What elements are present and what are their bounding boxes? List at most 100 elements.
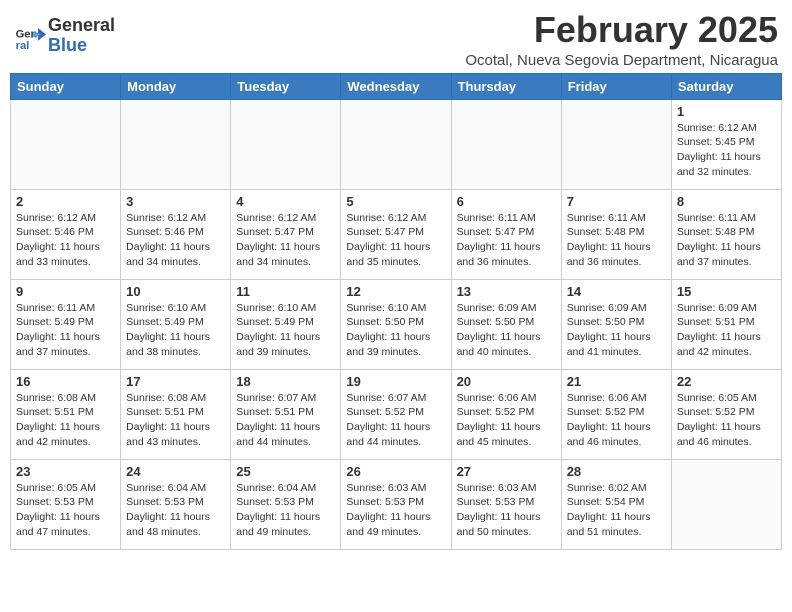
- weekday-header-friday: Friday: [561, 73, 671, 99]
- day-info: Sunrise: 6:12 AM Sunset: 5:46 PM Dayligh…: [16, 211, 115, 270]
- calendar-cell: 25 Sunrise: 6:04 AM Sunset: 5:53 PM Dayli…: [231, 459, 341, 549]
- day-info: Sunrise: 6:12 AM Sunset: 5:45 PM Dayligh…: [677, 121, 776, 180]
- calendar-week-row-1: 1 Sunrise: 6:12 AM Sunset: 5:45 PM Daylig…: [11, 99, 782, 189]
- calendar-cell: 18 Sunrise: 6:07 AM Sunset: 5:51 PM Dayli…: [231, 369, 341, 459]
- calendar-cell: 6 Sunrise: 6:11 AM Sunset: 5:47 PM Daylig…: [451, 189, 561, 279]
- day-info: Sunrise: 6:06 AM Sunset: 5:52 PM Dayligh…: [567, 391, 666, 450]
- day-info: Sunrise: 6:07 AM Sunset: 5:51 PM Dayligh…: [236, 391, 335, 450]
- calendar-cell: 28Sunrise: 6:02 AM Sunset: 5:54 PM Dayli…: [561, 459, 671, 549]
- day-number: 19: [346, 374, 445, 389]
- calendar-cell: 5 Sunrise: 6:12 AM Sunset: 5:47 PM Daylig…: [341, 189, 451, 279]
- calendar-cell: 14Sunrise: 6:09 AM Sunset: 5:50 PM Dayli…: [561, 279, 671, 369]
- svg-text:ral: ral: [16, 40, 30, 52]
- day-info: Sunrise: 6:05 AM Sunset: 5:52 PM Dayligh…: [677, 391, 776, 450]
- calendar-cell: 17Sunrise: 6:08 AM Sunset: 5:51 PM Dayli…: [121, 369, 231, 459]
- weekday-header-tuesday: Tuesday: [231, 73, 341, 99]
- day-info: Sunrise: 6:11 AM Sunset: 5:48 PM Dayligh…: [677, 211, 776, 270]
- calendar-week-row-4: 16 Sunrise: 6:08 AM Sunset: 5:51 PM Dayli…: [11, 369, 782, 459]
- calendar-cell: 2 Sunrise: 6:12 AM Sunset: 5:46 PM Daylig…: [11, 189, 121, 279]
- calendar-cell: 13 Sunrise: 6:09 AM Sunset: 5:50 PM Dayli…: [451, 279, 561, 369]
- calendar-cell: 19 Sunrise: 6:07 AM Sunset: 5:52 PM Dayli…: [341, 369, 451, 459]
- calendar-cell: 27 Sunrise: 6:03 AM Sunset: 5:53 PM Dayli…: [451, 459, 561, 549]
- day-number: 3: [126, 194, 225, 209]
- day-info: Sunrise: 6:03 AM Sunset: 5:53 PM Dayligh…: [457, 481, 556, 540]
- page-header: Gene ral General Blue February 2025 Ocot…: [10, 10, 782, 69]
- day-number: 1: [677, 104, 776, 119]
- calendar-cell: 3 Sunrise: 6:12 AM Sunset: 5:46 PM Daylig…: [121, 189, 231, 279]
- day-info: Sunrise: 6:09 AM Sunset: 5:51 PM Dayligh…: [677, 301, 776, 360]
- day-info: Sunrise: 6:02 AM Sunset: 5:54 PM Dayligh…: [567, 481, 666, 540]
- day-info: Sunrise: 6:12 AM Sunset: 5:46 PM Dayligh…: [126, 211, 225, 270]
- logo-general-text: General: [48, 16, 115, 36]
- day-number: 5: [346, 194, 445, 209]
- day-number: 16: [16, 374, 115, 389]
- day-number: 27: [457, 464, 556, 479]
- calendar-cell: 15Sunrise: 6:09 AM Sunset: 5:51 PM Dayli…: [671, 279, 781, 369]
- calendar-cell: [451, 99, 561, 189]
- logo-icon: Gene ral: [14, 20, 46, 52]
- calendar-cell: 1 Sunrise: 6:12 AM Sunset: 5:45 PM Daylig…: [671, 99, 781, 189]
- day-info: Sunrise: 6:12 AM Sunset: 5:47 PM Dayligh…: [346, 211, 445, 270]
- calendar-cell: 24 Sunrise: 6:04 AM Sunset: 5:53 PM Dayli…: [121, 459, 231, 549]
- calendar-cell: 4 Sunrise: 6:12 AM Sunset: 5:47 PM Daylig…: [231, 189, 341, 279]
- weekday-header-sunday: Sunday: [11, 73, 121, 99]
- day-info: Sunrise: 6:11 AM Sunset: 5:47 PM Dayligh…: [457, 211, 556, 270]
- day-number: 24: [126, 464, 225, 479]
- day-number: 6: [457, 194, 556, 209]
- calendar-cell: [11, 99, 121, 189]
- day-info: Sunrise: 6:11 AM Sunset: 5:48 PM Dayligh…: [567, 211, 666, 270]
- day-info: Sunrise: 6:05 AM Sunset: 5:53 PM Dayligh…: [16, 481, 115, 540]
- calendar-cell: [341, 99, 451, 189]
- day-info: Sunrise: 6:07 AM Sunset: 5:52 PM Dayligh…: [346, 391, 445, 450]
- calendar-cell: [231, 99, 341, 189]
- calendar-cell: 26Sunrise: 6:03 AM Sunset: 5:53 PM Dayli…: [341, 459, 451, 549]
- day-info: Sunrise: 6:11 AM Sunset: 5:49 PM Dayligh…: [16, 301, 115, 360]
- calendar-cell: [561, 99, 671, 189]
- day-number: 18: [236, 374, 335, 389]
- day-number: 20: [457, 374, 556, 389]
- day-info: Sunrise: 6:09 AM Sunset: 5:50 PM Dayligh…: [457, 301, 556, 360]
- month-year-title: February 2025: [465, 10, 778, 50]
- calendar-cell: 11 Sunrise: 6:10 AM Sunset: 5:49 PM Dayli…: [231, 279, 341, 369]
- weekday-header-row: SundayMondayTuesdayWednesdayThursdayFrid…: [11, 73, 782, 99]
- day-number: 26: [346, 464, 445, 479]
- day-info: Sunrise: 6:10 AM Sunset: 5:49 PM Dayligh…: [236, 301, 335, 360]
- calendar-cell: 21 Sunrise: 6:06 AM Sunset: 5:52 PM Dayli…: [561, 369, 671, 459]
- logo-blue-text: Blue: [48, 36, 115, 56]
- day-info: Sunrise: 6:12 AM Sunset: 5:47 PM Dayligh…: [236, 211, 335, 270]
- day-number: 12: [346, 284, 445, 299]
- day-info: Sunrise: 6:10 AM Sunset: 5:50 PM Dayligh…: [346, 301, 445, 360]
- calendar-week-row-5: 23Sunrise: 6:05 AM Sunset: 5:53 PM Dayli…: [11, 459, 782, 549]
- location-subtitle: Ocotal, Nueva Segovia Department, Nicara…: [465, 52, 778, 69]
- day-info: Sunrise: 6:08 AM Sunset: 5:51 PM Dayligh…: [16, 391, 115, 450]
- day-number: 2: [16, 194, 115, 209]
- day-number: 21: [567, 374, 666, 389]
- day-info: Sunrise: 6:08 AM Sunset: 5:51 PM Dayligh…: [126, 391, 225, 450]
- day-info: Sunrise: 6:04 AM Sunset: 5:53 PM Dayligh…: [236, 481, 335, 540]
- day-number: 25: [236, 464, 335, 479]
- day-info: Sunrise: 6:04 AM Sunset: 5:53 PM Dayligh…: [126, 481, 225, 540]
- calendar-cell: 7 Sunrise: 6:11 AM Sunset: 5:48 PM Daylig…: [561, 189, 671, 279]
- day-info: Sunrise: 6:09 AM Sunset: 5:50 PM Dayligh…: [567, 301, 666, 360]
- calendar-cell: 22Sunrise: 6:05 AM Sunset: 5:52 PM Dayli…: [671, 369, 781, 459]
- calendar-cell: 9Sunrise: 6:11 AM Sunset: 5:49 PM Daylig…: [11, 279, 121, 369]
- day-number: 8: [677, 194, 776, 209]
- day-info: Sunrise: 6:10 AM Sunset: 5:49 PM Dayligh…: [126, 301, 225, 360]
- calendar-cell: [671, 459, 781, 549]
- calendar-cell: 23Sunrise: 6:05 AM Sunset: 5:53 PM Dayli…: [11, 459, 121, 549]
- title-block: February 2025 Ocotal, Nueva Segovia Depa…: [465, 10, 778, 69]
- day-number: 13: [457, 284, 556, 299]
- day-info: Sunrise: 6:06 AM Sunset: 5:52 PM Dayligh…: [457, 391, 556, 450]
- day-number: 11: [236, 284, 335, 299]
- calendar-week-row-3: 9Sunrise: 6:11 AM Sunset: 5:49 PM Daylig…: [11, 279, 782, 369]
- day-number: 10: [126, 284, 225, 299]
- calendar-cell: 10 Sunrise: 6:10 AM Sunset: 5:49 PM Dayli…: [121, 279, 231, 369]
- day-number: 4: [236, 194, 335, 209]
- weekday-header-wednesday: Wednesday: [341, 73, 451, 99]
- logo: Gene ral General Blue: [14, 16, 115, 56]
- calendar-week-row-2: 2 Sunrise: 6:12 AM Sunset: 5:46 PM Daylig…: [11, 189, 782, 279]
- day-number: 7: [567, 194, 666, 209]
- weekday-header-monday: Monday: [121, 73, 231, 99]
- calendar-cell: 16 Sunrise: 6:08 AM Sunset: 5:51 PM Dayli…: [11, 369, 121, 459]
- calendar-cell: 20 Sunrise: 6:06 AM Sunset: 5:52 PM Dayli…: [451, 369, 561, 459]
